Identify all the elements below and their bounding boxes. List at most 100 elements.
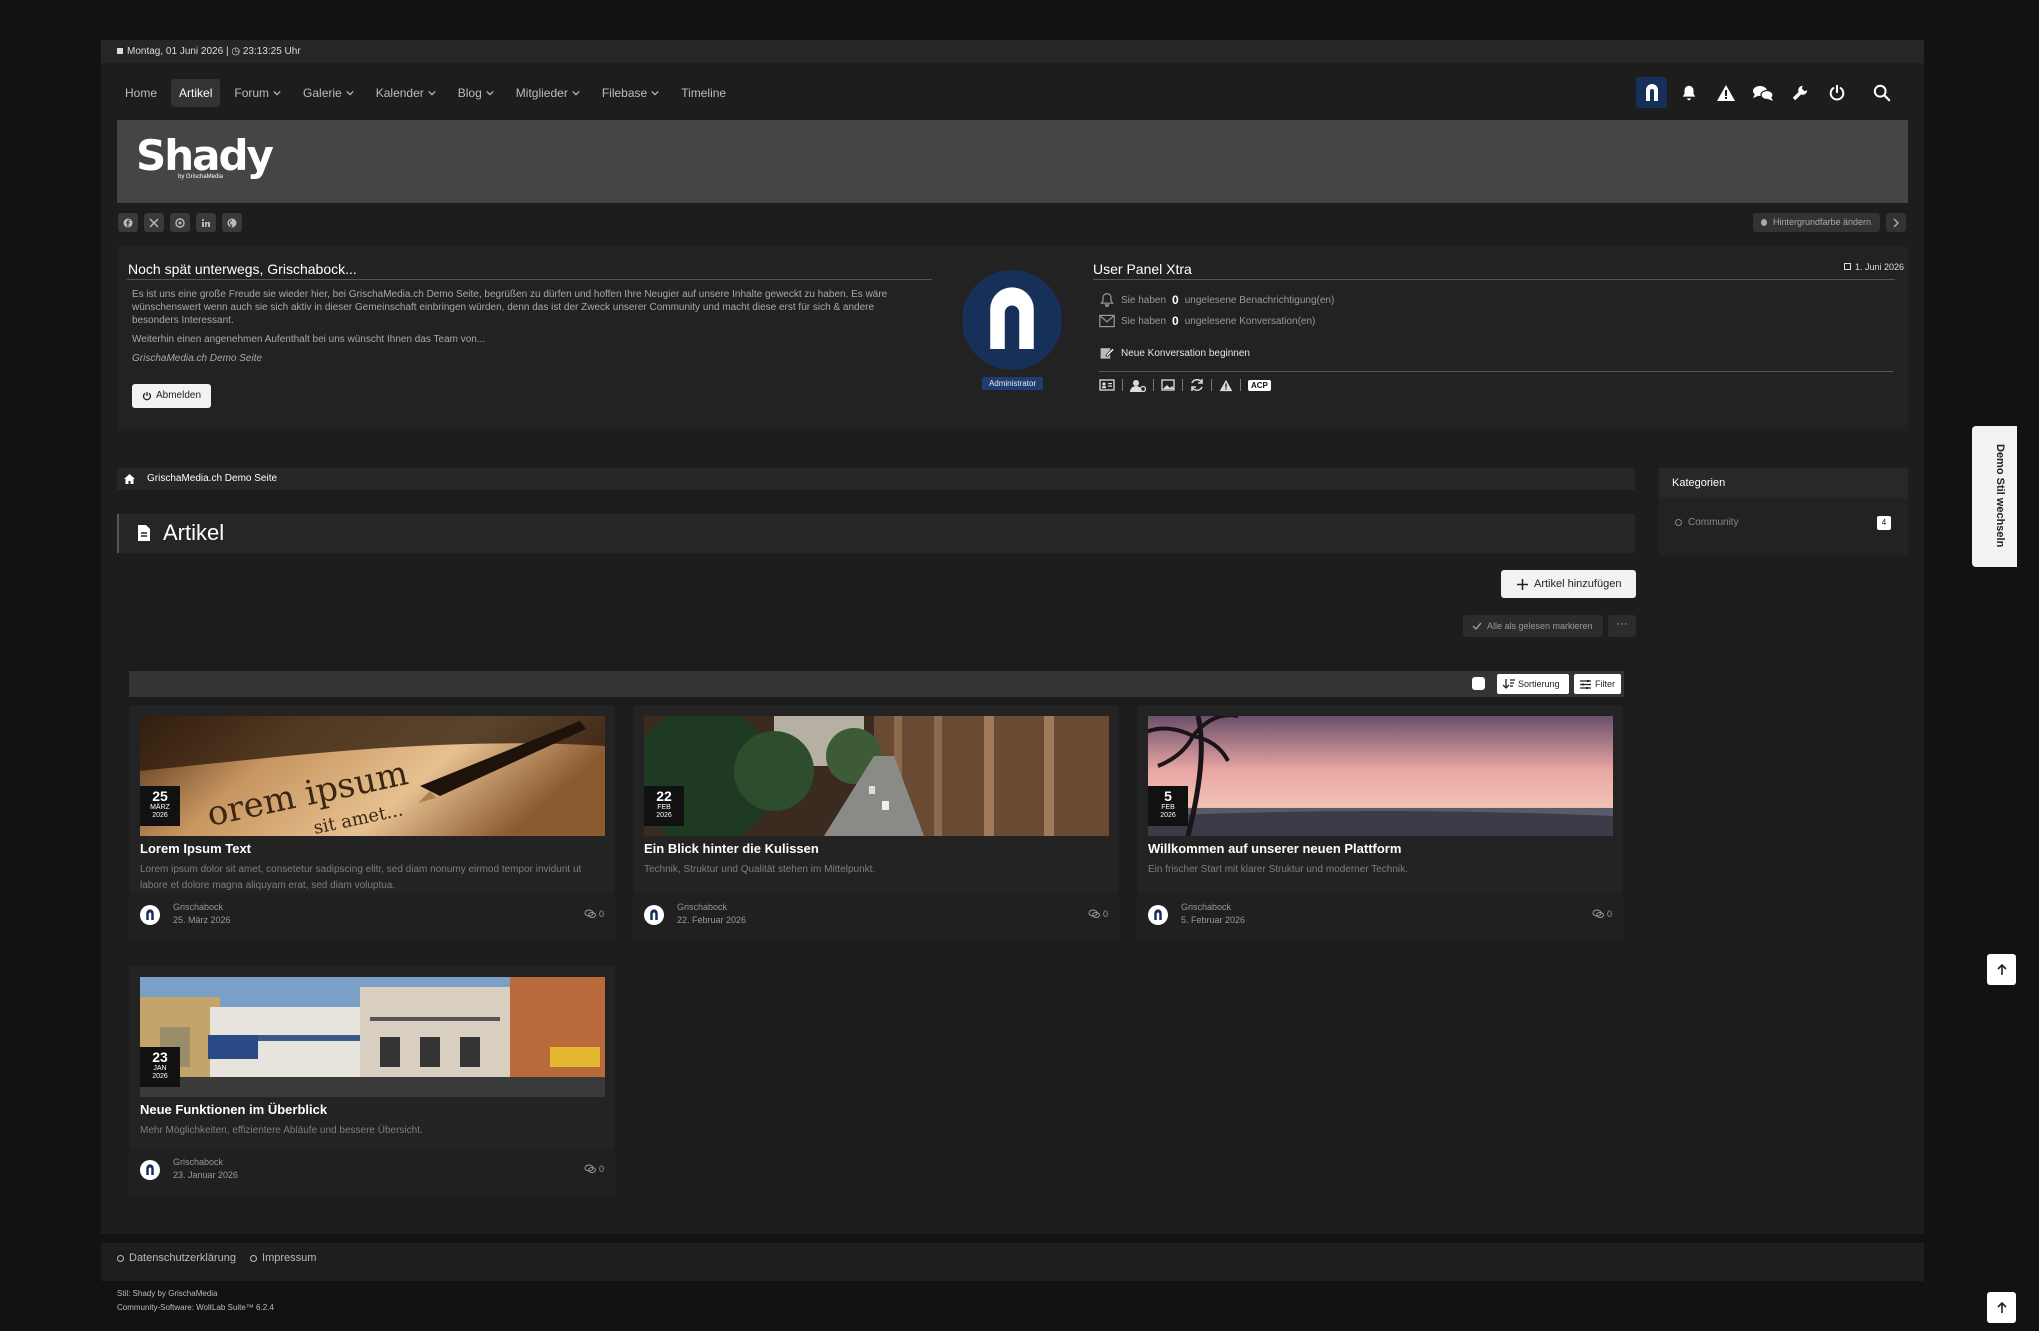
user-avatar-icon (146, 1164, 154, 1175)
id-card-icon[interactable] (1099, 379, 1115, 391)
author-name[interactable]: Grischabock (1181, 901, 1245, 914)
welcome-paragraph: Weiterhin einen angenehmen Aufenthalt be… (132, 334, 486, 345)
nav-timeline[interactable]: Timeline (673, 79, 734, 107)
pen-square-icon (1100, 347, 1115, 359)
select-all-checkbox[interactable] (1472, 677, 1485, 690)
footer-software-credit[interactable]: Community-Software: WoltLab Suite™ 6.2.4 (117, 1301, 274, 1315)
author-avatar[interactable] (1148, 905, 1168, 925)
comment-count-value: 0 (598, 1164, 604, 1174)
comments-icon (584, 909, 596, 918)
filter-button[interactable]: Filter (1574, 674, 1621, 694)
new-conversation-link[interactable]: Neue Konversation beginnen (1099, 345, 1250, 361)
sidebar-item-community[interactable]: Community (1675, 517, 1739, 528)
user-avatar-button[interactable] (1636, 77, 1667, 108)
comment-count[interactable]: 0 (1088, 909, 1108, 919)
warning-icon[interactable] (1219, 379, 1233, 392)
author-name[interactable]: Grischabock (173, 1156, 238, 1169)
welcome-paragraph: Es ist uns eine große Freude sie wieder … (132, 289, 888, 326)
notifications-button[interactable] (1673, 77, 1704, 108)
footer-link-privacy[interactable]: Datenschutzerklärung (117, 1252, 236, 1264)
article-title[interactable]: Ein Blick hinter die Kulissen (644, 841, 819, 856)
footer-style-credit[interactable]: Stil: Shady by GrischaMedia (117, 1287, 274, 1301)
mark-all-read-label: Alle als gelesen markieren (1487, 621, 1593, 631)
search-button[interactable] (1866, 77, 1897, 108)
author-avatar[interactable] (140, 905, 160, 925)
article-title[interactable]: Lorem Ipsum Text (140, 841, 251, 856)
chevron-down-icon (651, 90, 659, 96)
article-image[interactable] (644, 716, 1109, 836)
nav-galerie[interactable]: Galerie (295, 79, 362, 107)
site-logo[interactable]: Shady (136, 131, 274, 180)
more-options-button[interactable]: ··· (1608, 615, 1636, 637)
linkedin-link[interactable] (196, 213, 216, 232)
nav-kalender[interactable]: Kalender (368, 79, 444, 107)
comment-count-value: 0 (1102, 909, 1108, 919)
conversations-button[interactable] (1747, 77, 1778, 108)
sort-button[interactable]: Sortierung (1497, 674, 1569, 694)
acp-wrench-button[interactable] (1784, 77, 1815, 108)
acp-link[interactable]: ACP (1248, 379, 1271, 391)
breadcrumb-link[interactable]: GrischaMedia.ch Demo Seite (147, 473, 277, 484)
date-month: MÄRZ (150, 804, 170, 811)
comment-count[interactable]: 0 (584, 1164, 604, 1174)
article-card[interactable]: 5 FEB 2026 Willkommen auf unserer neuen Pl… (1137, 705, 1623, 941)
article-image[interactable]: orem ipsum sit amet... (140, 716, 605, 836)
article-footer: Grischabock 22. Februar 2026 0 (633, 893, 1119, 941)
author-avatar[interactable] (644, 905, 664, 925)
comment-count[interactable]: 0 (584, 909, 604, 919)
article-card[interactable]: 22 FEB 2026 Ein Blick hinter die Kulissen … (633, 705, 1119, 941)
nav-mitglieder[interactable]: Mitglieder (508, 79, 588, 107)
date-month: JAN (153, 1065, 167, 1072)
image-icon[interactable] (1161, 379, 1175, 391)
background-change-button[interactable]: Hintergrundfarbe ändern (1753, 213, 1881, 232)
mark-all-read-button[interactable]: Alle als gelesen markieren (1463, 615, 1603, 637)
nav-artikel[interactable]: Artikel (171, 79, 221, 107)
author-name[interactable]: Grischabock (677, 901, 746, 914)
article-title[interactable]: Willkommen auf unserer neuen Plattform (1148, 841, 1401, 856)
logo-subtitle: by GrischaMedia (178, 174, 224, 180)
datetime-text: Montag, 01 Juni 2026 | ◷ 23:13:25 Uhr (127, 46, 301, 57)
calendar-icon (1844, 263, 1851, 270)
nav-home[interactable]: Home (117, 79, 165, 107)
article-card[interactable]: orem ipsum sit amet... 25 MÄRZ 2026 Lorem I… (129, 705, 615, 941)
threads-link[interactable] (170, 213, 190, 232)
background-next-button[interactable] (1886, 213, 1906, 232)
add-article-button[interactable]: Artikel hinzufügen (1501, 570, 1636, 598)
logout-button[interactable]: Abmelden (132, 384, 212, 408)
sidebar-item-label: Community (1688, 517, 1739, 528)
nav-blog[interactable]: Blog (450, 79, 502, 107)
home-icon[interactable] (124, 474, 135, 484)
author-avatar[interactable] (140, 1160, 160, 1180)
nav-forum[interactable]: Forum (226, 79, 289, 107)
calendar-icon (117, 48, 123, 54)
nav-filebase[interactable]: Filebase (594, 79, 667, 107)
conversations-summary[interactable]: Sie haben 0 ungelesene Konversation(en) (1099, 314, 1315, 328)
user-avatar-icon (1154, 909, 1162, 920)
footer-link-label: Datenschutzerklärung (129, 1252, 237, 1264)
bell-icon (1682, 85, 1695, 100)
notifications-summary[interactable]: Sie haben 0 ungelesene Benachrichtigung(en… (1099, 292, 1334, 308)
street-photo-image (644, 716, 1109, 836)
article-meta: Grischabock 23. Januar 2026 (173, 1156, 238, 1182)
linkedin-icon (201, 218, 210, 227)
moderation-button[interactable] (1710, 77, 1741, 108)
refresh-icon[interactable] (1190, 378, 1204, 392)
footer-link-imprint[interactable]: Impressum (250, 1252, 316, 1264)
scroll-to-top-button[interactable] (1987, 1292, 2016, 1323)
comments-icon (1088, 909, 1100, 918)
circle-icon (1675, 519, 1682, 526)
article-image[interactable] (1148, 716, 1613, 836)
scroll-to-top-button[interactable] (1987, 954, 2016, 985)
pinterest-link[interactable] (222, 213, 242, 232)
date-day: 23 (152, 1049, 168, 1065)
facebook-link[interactable] (118, 213, 138, 232)
user-avatar-large[interactable] (962, 270, 1062, 370)
article-title[interactable]: Neue Funktionen im Überblick (140, 1102, 327, 1117)
x-link[interactable] (144, 213, 164, 232)
logout-button[interactable] (1821, 77, 1852, 108)
article-image[interactable] (140, 977, 605, 1097)
comment-count[interactable]: 0 (1592, 909, 1612, 919)
author-name[interactable]: Grischabock (173, 901, 231, 914)
article-card[interactable]: 23 JAN 2026 Neue Funktionen im Überblick M… (129, 966, 615, 1196)
user-cog-icon[interactable] (1130, 379, 1146, 392)
